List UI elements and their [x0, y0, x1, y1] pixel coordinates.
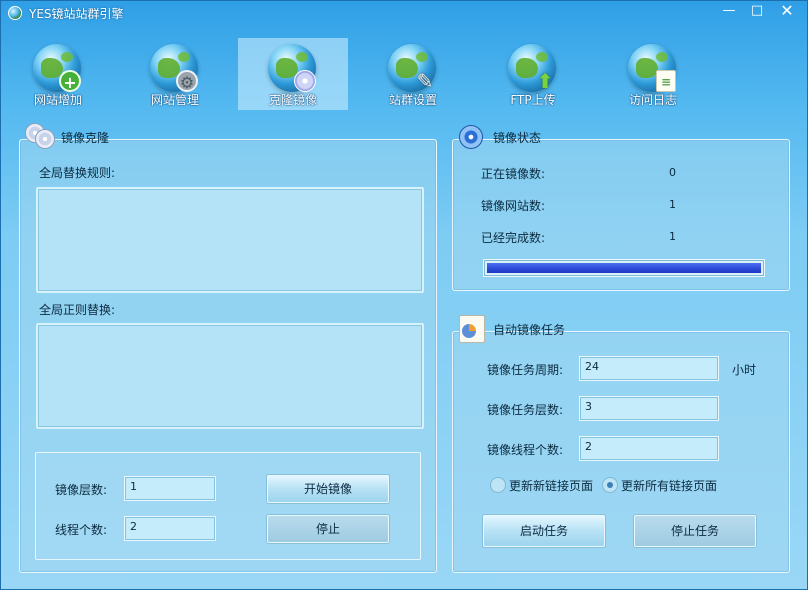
mirror-progress-bar — [483, 259, 765, 277]
task-threads-input[interactable]: 2 — [579, 436, 719, 461]
regex-textarea[interactable] — [36, 323, 424, 429]
toolbar-label: 克隆镜像 — [268, 93, 317, 107]
toolbar-clone-mirror[interactable]: 克隆镜像 — [238, 38, 348, 110]
app-globe-icon — [8, 6, 22, 20]
task-threads-label: 镜像线程个数: — [487, 443, 564, 457]
log-document-icon: ≡ — [656, 70, 676, 92]
toolbar-site-add[interactable]: + 网站增加 — [3, 38, 113, 110]
cd-disc-icon — [25, 123, 55, 149]
running-value: 0 — [669, 166, 676, 179]
period-input[interactable]: 24 — [579, 356, 719, 381]
done-label: 已经完成数: — [481, 231, 546, 245]
disc-icon — [294, 70, 316, 92]
sites-label: 镜像网站数: — [481, 199, 546, 213]
start-task-button[interactable]: 启动任务 — [483, 515, 605, 547]
clone-panel-title: 镜像克隆 — [61, 131, 110, 145]
depth-label: 镜像层数: — [55, 483, 108, 497]
main-toolbar: + 网站增加 ⚙ 网站管理 克隆镜像 ✎ 站群设置 ⬆ FTP上传 ≡ 访问日志 — [1, 35, 807, 113]
minimize-button[interactable]: — — [715, 2, 743, 20]
stop-task-button[interactable]: 停止任务 — [634, 515, 756, 547]
threads-input[interactable]: 2 — [124, 516, 216, 541]
toolbar-group-settings[interactable]: ✎ 站群设置 — [358, 38, 468, 110]
close-button[interactable]: ✕ — [771, 2, 803, 20]
toolbar-access-log[interactable]: ≡ 访问日志 — [598, 38, 708, 110]
running-label: 正在镜像数: — [481, 167, 546, 181]
toolbar-label: FTP上传 — [510, 93, 556, 107]
regex-label: 全局正则替换: — [39, 303, 116, 317]
sites-value: 1 — [669, 198, 676, 211]
radio-update-new-label: 更新新链接页面 — [509, 479, 594, 493]
toolbar-label: 网站管理 — [150, 93, 199, 107]
radio-update-all[interactable] — [602, 477, 618, 493]
depth-input[interactable]: 1 — [124, 476, 216, 501]
clone-controls-group — [35, 452, 421, 560]
radio-update-new[interactable] — [490, 477, 506, 493]
status-panel-title: 镜像状态 — [493, 131, 542, 145]
threads-label: 线程个数: — [55, 523, 108, 537]
maximize-button[interactable]: □ — [743, 2, 771, 20]
task-depth-input[interactable]: 3 — [579, 396, 719, 421]
status-icon — [459, 125, 483, 149]
task-depth-label: 镜像任务层数: — [487, 403, 564, 417]
toolbar-site-manage[interactable]: ⚙ 网站管理 — [120, 38, 230, 110]
task-document-icon — [459, 315, 485, 343]
stop-mirror-button[interactable]: 停止 — [267, 515, 389, 543]
toolbar-label: 访问日志 — [628, 93, 677, 107]
toolbar-label: 站群设置 — [388, 93, 437, 107]
period-unit: 小时 — [732, 363, 757, 377]
title-bar: YES镜站站群引擎 — □ ✕ — [1, 1, 807, 25]
upload-arrow-icon: ⬆ — [536, 69, 554, 93]
wrench-icon: ✎ — [416, 69, 434, 93]
gear-icon: ⚙ — [176, 70, 198, 92]
radio-update-all-label: 更新所有链接页面 — [621, 479, 718, 493]
auto-panel-title: 自动镜像任务 — [493, 323, 566, 337]
done-value: 1 — [669, 230, 676, 243]
rules-textarea[interactable] — [36, 187, 424, 293]
toolbar-ftp-upload[interactable]: ⬆ FTP上传 — [478, 38, 588, 110]
window-title: YES镜站站群引擎 — [29, 7, 124, 21]
toolbar-label: 网站增加 — [33, 93, 82, 107]
add-badge-icon: + — [59, 70, 81, 92]
start-mirror-button[interactable]: 开始镜像 — [267, 475, 389, 503]
period-label: 镜像任务周期: — [487, 363, 564, 377]
app-window: YES镜站站群引擎 — □ ✕ + 网站增加 ⚙ 网站管理 克隆镜像 ✎ 站群设… — [0, 0, 808, 590]
rules-label: 全局替换规则: — [39, 166, 116, 180]
progress-fill — [487, 263, 761, 273]
